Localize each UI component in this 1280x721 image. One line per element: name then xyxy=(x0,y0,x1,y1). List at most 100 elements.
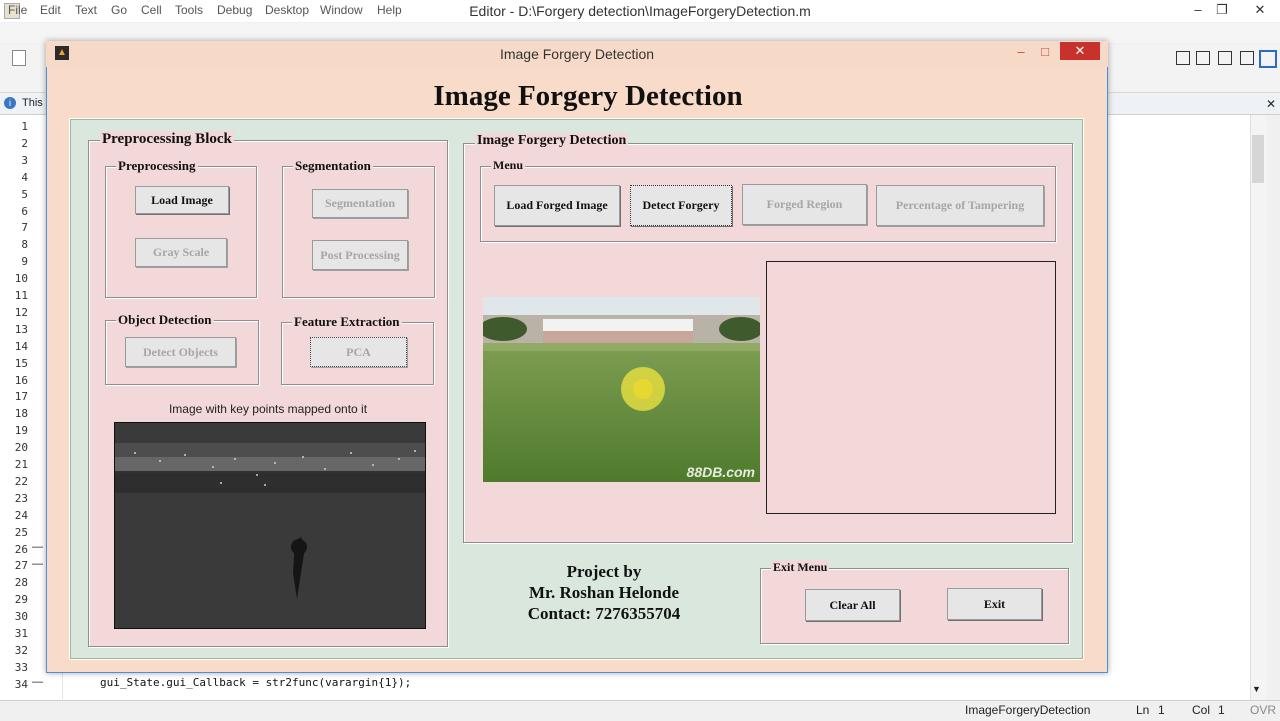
load-image-button[interactable]: Load Image xyxy=(135,186,229,214)
keypoints-image-graphic xyxy=(115,423,425,628)
status-col: 1 xyxy=(1218,703,1225,717)
maximize-pane-icon[interactable] xyxy=(1259,50,1277,68)
load-forged-image-button[interactable]: Load Forged Image xyxy=(494,185,620,226)
line-number: 6 xyxy=(21,204,28,218)
gui-close-button[interactable]: ✕ xyxy=(1060,42,1100,60)
line-number: 31 xyxy=(14,627,28,640)
forged-region-result-axes xyxy=(766,261,1056,514)
percentage-of-tampering-button[interactable]: Percentage of Tampering xyxy=(876,185,1044,226)
menu-file[interactable]: File xyxy=(8,3,27,17)
menu-panel-title: Menu xyxy=(491,158,525,173)
line-number: 7 xyxy=(21,221,28,235)
fold-marker[interactable]: — xyxy=(32,676,43,688)
segmentation-panel xyxy=(282,166,435,298)
line-number: 29 xyxy=(14,593,28,607)
forged-image-display: 88DB.com xyxy=(483,297,760,482)
line-number: 30 xyxy=(14,610,28,624)
pca-button[interactable]: PCA xyxy=(310,337,407,367)
contact-number: Contact: 7276355704 xyxy=(527,604,681,623)
menu-edit[interactable]: Edit xyxy=(40,3,61,17)
fold-marker[interactable]: — xyxy=(32,558,43,570)
line-number: 14 xyxy=(14,339,28,353)
exit-menu-title: Exit Menu xyxy=(771,560,830,575)
menu-help[interactable]: Help xyxy=(377,3,402,17)
line-number: 25 xyxy=(14,525,28,539)
line-number: 19 xyxy=(14,424,28,438)
scroll-down-icon[interactable]: ▼ xyxy=(1252,684,1261,694)
undock-icon[interactable] xyxy=(1240,51,1254,65)
line-number: 27 xyxy=(14,559,28,573)
keypoints-image-label: Image with key points mapped onto it xyxy=(168,402,368,416)
code-line-34[interactable]: gui_State.gui_Callback = str2func(vararg… xyxy=(100,676,411,689)
gui-minimize-icon[interactable]: – xyxy=(1010,44,1032,62)
menu-cell[interactable]: Cell xyxy=(141,3,162,17)
segmentation-panel-title: Segmentation xyxy=(293,158,373,174)
layout-rows-icon[interactable] xyxy=(1218,51,1232,65)
editor-menubar xyxy=(0,23,1280,43)
line-number: 4 xyxy=(21,170,28,184)
line-number: 8 xyxy=(21,238,28,252)
menu-text[interactable]: Text xyxy=(75,3,97,17)
preprocessing-block-title: Preprocessing Block xyxy=(100,131,234,148)
vertical-scrollbar[interactable] xyxy=(1250,115,1267,700)
object-detection-panel-title: Object Detection xyxy=(116,312,214,328)
exit-button[interactable]: Exit xyxy=(947,588,1042,620)
feature-extraction-panel-title: Feature Extraction xyxy=(292,314,402,330)
line-number: 5 xyxy=(21,187,28,201)
scrollbar-thumb[interactable] xyxy=(1252,135,1264,183)
detect-forgery-button[interactable]: Detect Forgery xyxy=(630,185,732,226)
line-number: 17 xyxy=(14,390,28,404)
line-number: 20 xyxy=(14,441,28,455)
layout-grid-icon[interactable] xyxy=(1176,51,1190,65)
project-by-label: Project by xyxy=(566,562,642,581)
line-number: 32 xyxy=(14,643,28,657)
line-number: 28 xyxy=(14,576,28,590)
status-col-label: Col xyxy=(1192,703,1211,717)
line-number: 10 xyxy=(14,272,28,286)
menu-debug[interactable]: Debug xyxy=(217,3,252,17)
line-number: 26 xyxy=(14,542,28,556)
gray-scale-button[interactable]: Gray Scale xyxy=(135,238,227,267)
fold-marker[interactable]: — xyxy=(32,541,43,553)
detect-objects-button[interactable]: Detect Objects xyxy=(125,337,236,367)
gui-heading: Image Forgery Detection xyxy=(433,80,743,112)
line-number: 15 xyxy=(14,356,28,370)
keypoints-image xyxy=(114,422,426,629)
info-icon: i xyxy=(4,97,16,109)
gui-maximize-icon[interactable]: □ xyxy=(1034,44,1056,62)
restore-icon[interactable]: ❐ xyxy=(1210,0,1234,22)
post-processing-button[interactable]: Post Processing xyxy=(312,240,408,270)
line-number: 34 xyxy=(14,677,28,691)
line-number: 12 xyxy=(14,305,28,319)
menu-desktop[interactable]: Desktop xyxy=(265,3,309,17)
line-number: 18 xyxy=(14,407,28,421)
minimize-icon[interactable]: – xyxy=(1186,0,1210,22)
menu-window[interactable]: Window xyxy=(320,3,363,17)
line-number: 2 xyxy=(21,136,28,150)
forged-region-button[interactable]: Forged Region xyxy=(742,184,867,225)
project-credits: Project by Mr. Roshan Helonde Contact: 7… xyxy=(490,561,718,624)
author-name: Mr. Roshan Helonde xyxy=(528,583,680,602)
status-mode: OVR xyxy=(1250,703,1277,717)
line-number: 21 xyxy=(14,458,28,471)
line-number: 23 xyxy=(14,491,28,505)
line-number: 1 xyxy=(21,120,28,133)
segmentation-button[interactable]: Segmentation xyxy=(312,189,408,218)
status-filename: ImageForgeryDetection xyxy=(965,703,1091,717)
menu-go[interactable]: Go xyxy=(111,3,127,17)
menu-tools[interactable]: Tools xyxy=(175,3,203,17)
new-file-icon[interactable] xyxy=(12,50,26,66)
line-number: 33 xyxy=(14,660,28,674)
forgery-detection-block-title: Image Forgery Detection xyxy=(475,133,629,149)
line-number: 9 xyxy=(21,255,28,269)
close-icon[interactable]: ✕ xyxy=(1242,0,1278,22)
layout-columns-icon[interactable] xyxy=(1196,51,1210,65)
infobar-close-icon[interactable]: ✕ xyxy=(1266,97,1276,111)
clear-all-button[interactable]: Clear All xyxy=(805,589,900,621)
line-number: 13 xyxy=(14,322,28,336)
line-number: 11 xyxy=(14,289,28,302)
line-number: 22 xyxy=(14,474,28,488)
status-ln: 1 xyxy=(1158,703,1165,717)
line-number: 16 xyxy=(14,373,28,387)
image-watermark: 88DB.com xyxy=(687,464,755,480)
